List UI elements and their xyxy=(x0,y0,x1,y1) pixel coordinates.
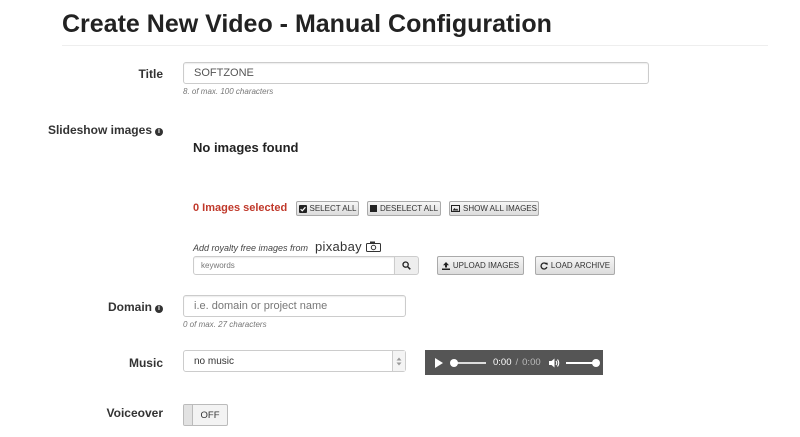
music-select-value: no music xyxy=(194,355,235,367)
slideshow-images-label: Slideshow images i xyxy=(48,123,163,137)
select-arrow xyxy=(392,351,405,371)
square-icon xyxy=(369,205,377,212)
current-time: 0:00 xyxy=(493,357,512,368)
audio-player: 0:00 / 0:00 xyxy=(425,350,603,375)
show-all-images-button[interactable]: SHOW ALL IMAGES xyxy=(449,201,539,216)
royalty-free-text: Add royalty free images from xyxy=(193,243,309,253)
domain-label: Domain i xyxy=(108,300,163,314)
info-icon[interactable]: i xyxy=(155,128,163,136)
search-button[interactable] xyxy=(394,256,419,275)
volume-knob[interactable] xyxy=(591,358,600,367)
page-title: Create New Video - Manual Configuration xyxy=(62,10,552,38)
camera-icon xyxy=(365,241,381,252)
deselect-all-label: DESELECT ALL xyxy=(379,204,439,213)
play-icon[interactable] xyxy=(435,357,443,368)
load-archive-button[interactable]: LOAD ARCHIVE xyxy=(535,256,615,275)
music-select[interactable]: no music xyxy=(183,350,406,372)
voiceover-state: OFF xyxy=(200,409,220,421)
deselect-all-button[interactable]: DESELECT ALL xyxy=(367,201,441,216)
slideshow-images-label-text: Slideshow images xyxy=(47,123,152,137)
select-all-label: SELECT ALL xyxy=(309,204,357,213)
load-archive-label: LOAD ARCHIVE xyxy=(550,261,611,270)
pixabay-logo: pixabay xyxy=(315,239,381,254)
upload-images-button[interactable]: UPLOAD IMAGES xyxy=(437,256,524,275)
title-char-count: 8. of max. 100 characters xyxy=(183,87,274,96)
domain-char-count: 0 of max. 27 characters xyxy=(183,320,267,329)
volume-slider[interactable] xyxy=(565,358,600,368)
title-input[interactable] xyxy=(183,62,649,84)
audio-progress-slider[interactable] xyxy=(450,358,486,368)
image-icon xyxy=(451,205,461,212)
select-arrows-icon xyxy=(396,357,402,365)
domain-input[interactable] xyxy=(183,295,406,317)
voiceover-label: Voiceover xyxy=(106,406,163,420)
refresh-icon xyxy=(540,261,548,270)
upload-images-label: UPLOAD IMAGES xyxy=(452,261,520,270)
voiceover-toggle[interactable]: OFF xyxy=(183,404,228,426)
toggle-handle xyxy=(184,405,193,425)
title-divider xyxy=(62,45,768,46)
upload-icon xyxy=(441,261,450,270)
progress-track xyxy=(454,361,486,364)
search-icon xyxy=(402,261,411,270)
progress-knob[interactable] xyxy=(450,358,458,367)
info-icon[interactable]: i xyxy=(155,305,163,313)
title-label: Title xyxy=(138,67,163,81)
domain-label-text: Domain xyxy=(107,300,152,314)
checkbox-checked-icon xyxy=(298,204,307,213)
volume-icon[interactable] xyxy=(548,358,560,368)
keywords-input[interactable] xyxy=(193,256,395,275)
show-all-images-label: SHOW ALL IMAGES xyxy=(463,204,537,213)
images-selected-count: 0 Images selected xyxy=(193,202,288,214)
no-images-message: No images found xyxy=(193,140,299,155)
pixabay-logo-text: pixabay xyxy=(315,239,362,254)
duration: 0:00 xyxy=(522,357,541,368)
music-label: Music xyxy=(128,356,163,370)
select-all-button[interactable]: SELECT ALL xyxy=(296,201,359,216)
time-separator: / xyxy=(515,357,519,368)
